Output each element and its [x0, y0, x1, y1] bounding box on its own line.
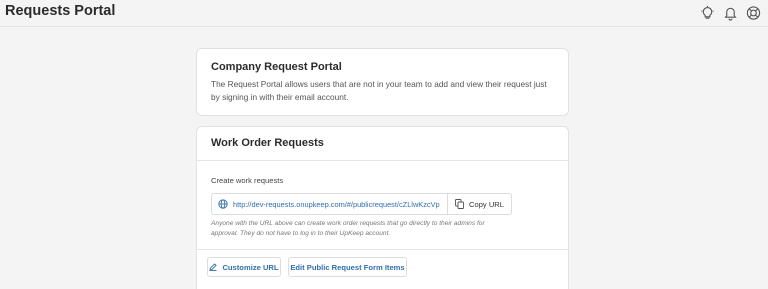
public-url-field[interactable]: http://dev-requests.onupkeep.com/#/publi…	[212, 194, 448, 214]
card-description: The Request Portal allows users that are…	[211, 79, 547, 102]
divider	[197, 160, 568, 161]
create-work-requests-label: Create work requests	[211, 176, 284, 185]
lightbulb-icon[interactable]	[700, 5, 715, 21]
edit-request-form-button[interactable]: Edit Public Request Form Items	[288, 257, 407, 277]
copy-icon	[455, 199, 464, 209]
customize-url-button[interactable]: Customize URL	[207, 257, 281, 277]
copy-url-label: Copy URL	[468, 199, 505, 209]
public-url-text[interactable]: http://dev-requests.onupkeep.com/#/publi…	[233, 200, 440, 209]
app-title: Requests Portal	[5, 3, 116, 19]
header-icons	[700, 5, 761, 21]
pencil-icon	[209, 263, 218, 271]
globe-icon	[218, 199, 228, 209]
bell-icon[interactable]	[723, 5, 738, 21]
edit-request-form-label: Edit Public Request Form Items	[290, 262, 405, 272]
public-url-group: http://dev-requests.onupkeep.com/#/publi…	[211, 193, 512, 215]
top-bar: Requests Portal	[0, 0, 768, 27]
url-help-text: Anyone with the URL above can create wor…	[211, 220, 485, 237]
divider	[197, 249, 568, 250]
customize-url-label: Customize URL	[222, 262, 279, 272]
company-request-portal-card: Company Request Portal The Request Porta…	[196, 48, 569, 116]
work-order-requests-card: Work Order Requests Create work requests…	[196, 126, 569, 289]
section-title: Work Order Requests	[211, 137, 324, 149]
help-icon[interactable]	[746, 5, 761, 21]
card-title: Company Request Portal	[211, 61, 342, 73]
copy-url-button[interactable]: Copy URL	[448, 194, 511, 214]
